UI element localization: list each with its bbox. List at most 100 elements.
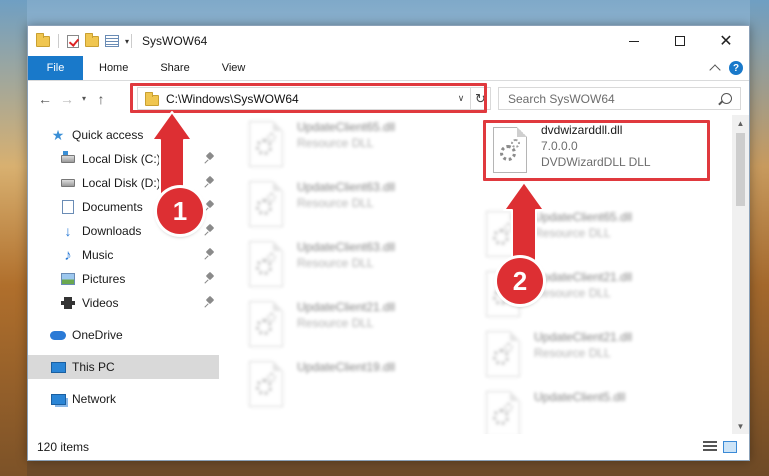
ribbon-right-controls: ? — [709, 56, 749, 80]
sidebar-item-label: Network — [72, 392, 117, 406]
maximize-button[interactable] — [657, 26, 703, 56]
dll-file-icon — [484, 211, 524, 259]
recent-locations-chevron-icon[interactable]: ▾ — [78, 94, 90, 103]
minimize-button[interactable] — [611, 26, 657, 56]
sidebar-item-label: OneDrive — [72, 328, 123, 342]
sidebar-item-label: Downloads — [82, 224, 142, 238]
item-count: 120 items — [37, 440, 90, 454]
view-toggle — [703, 441, 749, 453]
file-highlight — [483, 120, 710, 181]
drive-d-icon — [60, 176, 76, 190]
sidebar-item-label: Quick access — [72, 128, 144, 142]
sidebar-item-music[interactable]: ♪ Music — [28, 243, 218, 267]
dll-file-icon — [484, 331, 524, 379]
status-bar: 120 items — [28, 434, 749, 460]
back-button[interactable]: ← — [34, 88, 56, 110]
vertical-scrollbar[interactable]: ▲ ▼ — [732, 115, 749, 435]
list-item[interactable]: UpdateClient21.dll Resource DLL — [239, 297, 474, 355]
sidebar-item-label: Videos — [82, 296, 119, 310]
ribbon-tabs: File Home Share View ? — [28, 56, 749, 81]
toolbar-separator — [58, 34, 59, 48]
address-bar-highlight — [130, 83, 487, 113]
this-pc-icon — [50, 360, 66, 374]
title-separator — [131, 34, 133, 48]
folder-icon[interactable] — [36, 32, 50, 47]
tab-view[interactable]: View — [206, 56, 262, 80]
sidebar-item-quick-access[interactable]: ★ Quick access — [28, 123, 218, 147]
sidebar-item-label: Local Disk (C:) — [82, 152, 161, 166]
quick-access-toolbar: ▾ — [28, 32, 129, 48]
search-icon[interactable] — [721, 93, 732, 104]
details-view-icon[interactable] — [703, 441, 717, 453]
dll-file-icon — [247, 361, 287, 409]
pin-icon[interactable] — [206, 249, 214, 261]
music-icon: ♪ — [64, 246, 72, 264]
properties-icon[interactable] — [105, 35, 119, 47]
step-1-badge: 1 — [157, 188, 203, 234]
scroll-down-icon[interactable]: ▼ — [732, 418, 749, 435]
pictures-icon — [60, 272, 76, 286]
dll-file-icon — [247, 121, 287, 169]
pin-icon[interactable] — [206, 153, 214, 165]
onedrive-icon — [50, 328, 66, 342]
title-bar: ▾ SysWOW64 ✕ — [28, 26, 749, 56]
list-item[interactable]: UpdateClient21.dll Resource DLL — [476, 327, 711, 385]
downloads-icon: ↓ — [64, 223, 72, 239]
customize-toolbar-chevron-icon[interactable]: ▾ — [125, 37, 129, 46]
sidebar-item-this-pc[interactable]: This PC — [28, 355, 219, 379]
maximize-icon — [675, 36, 685, 46]
sidebar-item-local-disk-c[interactable]: Local Disk (C:) — [28, 147, 218, 171]
pin-icon[interactable] — [206, 225, 214, 237]
list-item[interactable]: UpdateClient63.dll Resource DLL — [239, 177, 474, 235]
search-input[interactable]: Search SysWOW64 — [508, 92, 615, 106]
sidebar-item-onedrive[interactable]: OneDrive — [28, 323, 218, 347]
dll-file-icon — [247, 181, 287, 229]
drive-c-icon — [60, 151, 76, 166]
sidebar-item-label: Local Disk (D:) — [82, 176, 161, 190]
up-button[interactable]: ↑ — [90, 88, 112, 110]
minimize-icon — [629, 40, 639, 42]
documents-icon — [60, 200, 76, 214]
step-2-badge: 2 — [497, 258, 543, 304]
list-item[interactable]: UpdateClient5.dll — [476, 387, 711, 435]
properties-check-icon[interactable] — [67, 34, 79, 48]
sidebar-item-network[interactable]: Network — [28, 387, 218, 411]
dll-file-icon — [247, 301, 287, 349]
sidebar-item-pictures[interactable]: Pictures — [28, 267, 218, 291]
sidebar-item-label: Music — [82, 248, 114, 262]
new-folder-icon[interactable] — [85, 32, 99, 47]
close-button[interactable]: ✕ — [703, 26, 749, 56]
list-item[interactable]: UpdateClient65.dll Resource DLL — [476, 207, 711, 265]
network-icon — [50, 392, 66, 406]
window-title: SysWOW64 — [142, 34, 208, 48]
pin-icon[interactable] — [206, 201, 214, 213]
list-item[interactable]: UpdateClient19.dll — [239, 357, 474, 415]
sidebar-item-videos[interactable]: Videos — [28, 291, 218, 315]
desktop-background-left — [0, 0, 27, 476]
tab-share[interactable]: Share — [144, 56, 205, 80]
dll-file-icon — [484, 391, 524, 435]
star-icon: ★ — [51, 126, 65, 143]
desktop-background-right — [750, 0, 769, 476]
list-item[interactable]: UpdateClient65.dll Resource DLL — [239, 117, 474, 175]
dll-file-icon — [247, 241, 287, 289]
sidebar-item-label: Documents — [82, 200, 143, 214]
scroll-up-icon[interactable]: ▲ — [732, 115, 749, 132]
tab-home[interactable]: Home — [83, 56, 144, 80]
navigation-pane: ★ Quick access Local Disk (C:) Local Dis… — [28, 115, 221, 435]
window-controls: ✕ — [611, 26, 749, 56]
sidebar-item-label: Pictures — [82, 272, 126, 286]
expand-ribbon-chevron-icon[interactable] — [709, 64, 721, 76]
tab-file[interactable]: File — [28, 56, 83, 80]
pin-icon[interactable] — [206, 273, 214, 285]
sidebar-item-label: This PC — [72, 360, 115, 374]
pin-icon[interactable] — [206, 177, 214, 189]
scrollbar-thumb[interactable] — [736, 133, 745, 206]
list-item[interactable]: UpdateClient63.dll Resource DLL — [239, 237, 474, 295]
help-icon[interactable]: ? — [729, 61, 743, 75]
large-icons-view-icon[interactable] — [723, 441, 737, 453]
pin-icon[interactable] — [206, 297, 214, 309]
forward-button[interactable]: → — [56, 88, 78, 110]
search-box[interactable]: Search SysWOW64 — [498, 87, 741, 110]
videos-icon — [60, 296, 76, 310]
